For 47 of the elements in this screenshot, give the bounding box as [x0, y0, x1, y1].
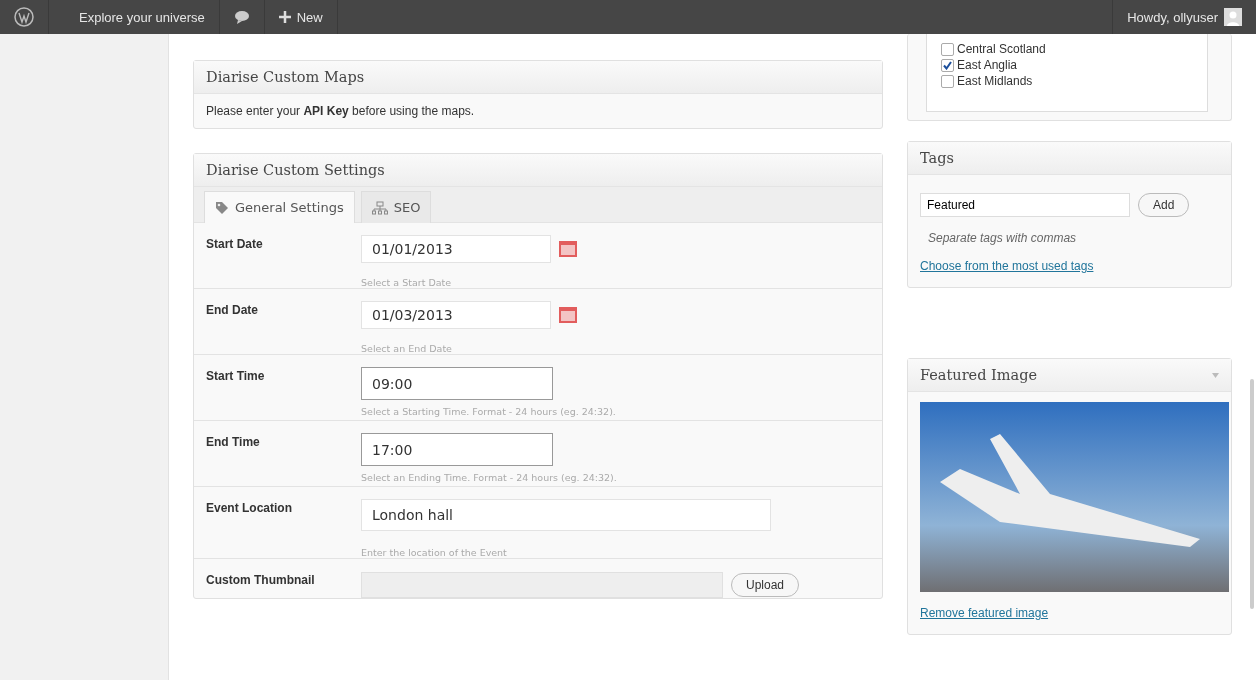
add-button[interactable]: Add	[1138, 193, 1190, 217]
date-field[interactable]: 01/03/2013	[361, 301, 551, 329]
field-hint: Enter the location of the Event	[361, 547, 508, 558]
panel-title: Tags	[920, 150, 954, 166]
region-option[interactable]: East Anglia	[941, 58, 1207, 72]
settings-tab[interactable]: General Settings	[204, 191, 355, 223]
time-field[interactable]: 17:00	[361, 433, 553, 466]
settings-tab[interactable]: SEO	[360, 191, 432, 223]
tag-field[interactable]: Featured	[920, 193, 1130, 217]
most-used-tags-link[interactable]: Choose from the most used tags	[920, 259, 1219, 273]
sitemap-icon	[371, 200, 388, 215]
field-label: Start Date	[206, 236, 264, 253]
region-option[interactable]: East Midlands	[941, 74, 1207, 88]
field-label: Event Location	[206, 500, 293, 517]
wordpress-logo-icon[interactable]	[14, 7, 34, 27]
plus-icon	[278, 11, 291, 23]
region-option[interactable]: Central Scotland	[941, 42, 1207, 56]
panel-title: Featured Image	[920, 367, 1038, 383]
collapse-arrow-icon[interactable]	[1212, 372, 1219, 378]
field-label: Start Time	[206, 368, 266, 385]
speech-bubble-icon[interactable]	[233, 10, 250, 24]
checkbox[interactable]	[941, 58, 954, 72]
field-label: Custom Thumbnail	[206, 572, 316, 589]
calendar-icon[interactable]	[559, 307, 577, 323]
remove-image-link[interactable]: Remove featured image	[920, 606, 1219, 620]
field-hint: Select a Starting Time. Format - 24 hours (eg. 24:32).	[361, 406, 616, 417]
tag-icon	[215, 200, 229, 215]
api-key-message: Please enter your API Key before using the maps.	[205, 103, 476, 120]
new-menu[interactable]: New	[264, 0, 338, 34]
avatar-icon	[1224, 8, 1242, 26]
field-label: End Time	[206, 434, 261, 451]
calendar-icon[interactable]	[559, 241, 577, 257]
field-hint: Select an End Date	[361, 343, 453, 354]
time-field[interactable]: 09:00	[361, 367, 553, 400]
scrollbar[interactable]	[1250, 379, 1254, 609]
panel-title: Diarise Custom Maps	[206, 69, 365, 85]
date-field[interactable]: 01/01/2013	[361, 235, 551, 263]
tags-hint: Separate tags with commas	[927, 231, 1078, 245]
field-hint: Select a Start Date	[361, 277, 453, 288]
panel-title: Diarise Custom Settings	[206, 162, 385, 178]
upload-button[interactable]: Upload	[731, 572, 800, 597]
field-hint: Select an Ending Time. Format - 24 hours (eg. 24:32).	[361, 472, 617, 483]
thumbnail-field[interactable]	[361, 571, 723, 598]
field-label: End Date	[206, 302, 259, 319]
checkbox[interactable]	[941, 74, 954, 88]
location-field[interactable]: London hall	[361, 499, 771, 531]
checkbox[interactable]	[941, 42, 954, 56]
